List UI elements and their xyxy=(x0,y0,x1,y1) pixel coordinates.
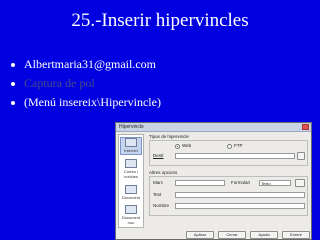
bullet-list: Albertmaria31@gmail.com Captura de pol (… xyxy=(10,55,161,112)
bullet-icon xyxy=(11,101,15,105)
form-select-value: Texto xyxy=(261,181,271,186)
ftp-radio[interactable] xyxy=(227,144,232,149)
hyperlink-dialog: Hipervincle Internet Correu i notícies D… xyxy=(115,122,312,240)
sidebar-item-label: Document xyxy=(121,195,141,200)
sidebar-item-label: Internet xyxy=(124,148,138,153)
close-button[interactable]: Cerrar xyxy=(218,231,246,239)
name-label: Nombre xyxy=(153,203,170,208)
text-label: Text xyxy=(153,192,162,197)
target-input[interactable] xyxy=(175,153,295,159)
bullet-text: (Menú insereix\Hipervincle) xyxy=(24,95,161,109)
web-radio-label: Web xyxy=(182,143,192,148)
form-label: Formulari xyxy=(231,180,251,185)
sidebar-item-label: Correu i notícies xyxy=(123,169,139,179)
bullet-icon xyxy=(11,63,15,67)
sidebar-item-new-document[interactable]: Document nou xyxy=(120,205,142,225)
web-radio[interactable] xyxy=(175,144,180,149)
sidebar-item-label: Document nou xyxy=(121,215,141,225)
new-document-icon xyxy=(125,205,137,214)
frame-label: Marc xyxy=(153,180,163,185)
bullet-icon xyxy=(11,82,15,86)
apply-button[interactable]: Aplicar xyxy=(186,231,214,239)
form-select[interactable]: Texto xyxy=(259,180,291,186)
target-label: Destí xyxy=(153,153,164,158)
bullet-item: (Menú insereix\Hipervincle) xyxy=(10,93,161,112)
name-input[interactable] xyxy=(175,203,305,209)
target-browse-button[interactable] xyxy=(297,152,305,160)
dialog-title: Hipervincle xyxy=(119,124,144,130)
ftp-radio-label: FTP xyxy=(234,143,243,148)
hyperlink-type-label: Tipus de hipervincle xyxy=(149,134,189,139)
events-button[interactable] xyxy=(295,179,305,187)
other-options-label: Altres opcions xyxy=(149,170,178,175)
close-icon[interactable] xyxy=(302,124,309,130)
dialog-sidebar: Internet Correu i notícies Document Docu… xyxy=(118,134,144,228)
bullet-item: Captura de pol xyxy=(10,74,161,93)
globe-icon xyxy=(125,138,137,147)
bullet-text: Captura de pol xyxy=(24,76,95,90)
mail-icon xyxy=(125,159,137,168)
frame-select[interactable] xyxy=(175,180,225,186)
dialog-main: Tipus de hipervincle Web FTP Destí Altre… xyxy=(147,134,310,228)
document-icon xyxy=(125,185,137,194)
bullet-item: Albertmaria31@gmail.com xyxy=(10,55,161,74)
bullet-text: Albertmaria31@gmail.com xyxy=(24,57,157,71)
dialog-titlebar: Hipervincle xyxy=(116,123,311,132)
back-button[interactable]: Enrere xyxy=(282,231,310,239)
sidebar-item-document[interactable]: Document xyxy=(120,185,142,201)
sidebar-item-mail[interactable]: Correu i notícies xyxy=(120,159,142,179)
sidebar-item-internet[interactable]: Internet xyxy=(120,137,142,155)
slide-title: 25.-Inserir hipervincles xyxy=(71,10,249,31)
help-button[interactable]: Ayuda xyxy=(250,231,278,239)
text-input[interactable] xyxy=(175,192,305,198)
